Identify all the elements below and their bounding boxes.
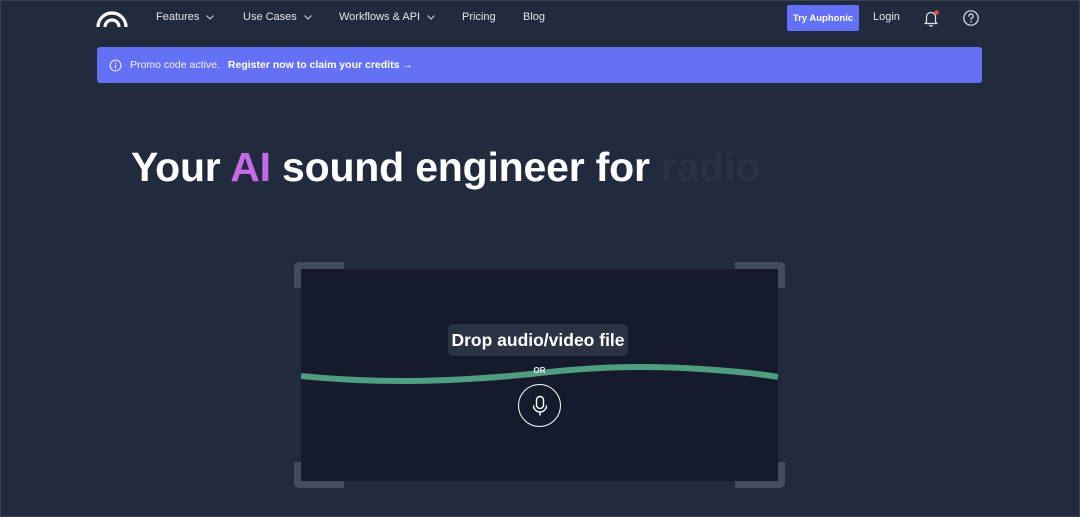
chevron-down-icon [206, 15, 215, 20]
nav-pricing-label: Pricing [462, 11, 496, 23]
hero-highlight: AI [230, 144, 271, 190]
microphone-icon [532, 395, 547, 415]
promo-text: Promo code active. [130, 59, 220, 71]
nav-blog-label: Blog [523, 11, 546, 23]
chevron-down-icon [303, 15, 312, 20]
login-link[interactable]: Login [873, 11, 900, 23]
nav-pricing[interactable]: Pricing [462, 11, 496, 23]
promo-banner: Promo code active. Register now to claim… [97, 47, 982, 83]
register-credits-link[interactable]: Register now to claim your credits → [228, 59, 413, 71]
record-button[interactable] [518, 384, 561, 427]
hero-heading: Your AI sound engineer for radio [131, 144, 760, 191]
notification-dot [934, 10, 939, 15]
info-icon [109, 59, 122, 71]
nav-blog[interactable]: Blog [523, 11, 545, 23]
chevron-down-icon [427, 15, 435, 20]
nav-features-label: Features [156, 11, 200, 23]
top-navigation: Features Use Cases Workflows & API Prici… [0, 0, 1080, 38]
nav-use-cases-label: Use Cases [243, 11, 297, 23]
nav-workflows-api-label: Workflows & API [339, 11, 421, 23]
try-auphonic-button[interactable]: Try Auphonic [787, 5, 859, 31]
auphonic-logo-icon[interactable] [96, 8, 128, 28]
bell-icon[interactable] [922, 9, 940, 27]
drop-file-label[interactable]: Drop audio/video file [448, 324, 628, 356]
nav-features[interactable]: Features [156, 11, 215, 23]
file-dropzone[interactable]: Drop audio/video file OR [301, 269, 778, 481]
hero-rotating-word: radio [660, 144, 761, 190]
nav-workflows-api[interactable]: Workflows & API [339, 11, 436, 23]
or-divider: OR [533, 366, 546, 375]
help-circle-icon[interactable] [962, 9, 980, 27]
hero-middle: sound engineer for [270, 144, 661, 190]
hero-prefix: Your [131, 144, 231, 190]
nav-use-cases[interactable]: Use Cases [243, 11, 313, 23]
